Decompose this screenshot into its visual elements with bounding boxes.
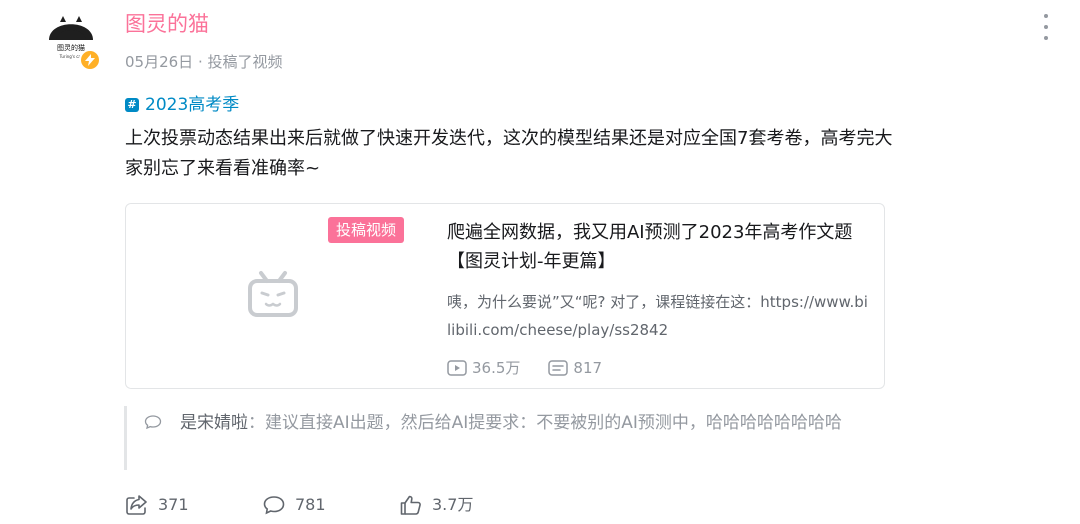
- like-button[interactable]: 3.7万: [399, 494, 536, 516]
- dot-icon: [1044, 25, 1048, 29]
- topic-link[interactable]: # 2023高考季: [125, 94, 239, 116]
- video-card[interactable]: 投稿视频 爬遍全网数据，我又用AI预测了2023年高考作文题【图灵计划-年更篇】…: [125, 203, 885, 389]
- meta-dot: ·: [197, 53, 208, 71]
- views-count: 36.5万: [472, 359, 521, 377]
- dot-icon: [1044, 36, 1048, 40]
- danmaku-stat: 817: [548, 358, 602, 378]
- post-date: 05月26日: [125, 53, 194, 71]
- video-cover[interactable]: 投稿视频: [126, 204, 426, 388]
- share-icon: [126, 495, 147, 515]
- video-tag: 投稿视频: [328, 217, 405, 243]
- comment-button[interactable]: 781: [262, 494, 399, 516]
- post-meta: 05月26日 · 投稿了视频: [125, 52, 283, 72]
- reply-text: 是宋婧啦：建议直接AI出题，然后给AI提要求：不要被别的AI预测中，哈哈哈哈哈哈…: [180, 409, 900, 437]
- top-reply[interactable]: 是宋婧啦：建议直接AI出题，然后给AI提要求：不要被别的AI预测中，哈哈哈哈哈哈…: [124, 406, 897, 470]
- danmaku-icon: [548, 360, 569, 376]
- post-content: 上次投票动态结果出来后就做了快速开发迭代，这次的模型结果还是对应全国7套考卷，高…: [125, 128, 893, 179]
- views-stat: 36.5万: [447, 358, 520, 378]
- verified-badge: [79, 49, 101, 71]
- comment-icon: [263, 496, 285, 515]
- play-count-icon: [447, 360, 467, 376]
- topic-label: 2023高考季: [145, 95, 240, 115]
- share-button[interactable]: 371: [125, 494, 262, 516]
- post-action: 投稿了视频: [207, 53, 283, 71]
- video-title[interactable]: 爬遍全网数据，我又用AI预测了2023年高考作文题【图灵计划-年更篇】: [447, 218, 867, 276]
- more-menu-button[interactable]: [1040, 14, 1052, 40]
- hashtag-icon: #: [125, 98, 139, 112]
- danmaku-count: 817: [573, 359, 603, 377]
- comment-count: 781: [295, 495, 326, 514]
- reply-username[interactable]: 是宋婧啦: [180, 413, 248, 433]
- like-count: 3.7万: [432, 495, 474, 514]
- share-count: 371: [158, 495, 189, 514]
- comment-bubble-icon: [144, 415, 162, 430]
- video-description: 咦，为什么要说”又“呢? 对了，课程链接在这：https://www.bilib…: [447, 293, 868, 339]
- lightning-icon: [85, 54, 95, 66]
- video-stats: 36.5万 817: [447, 358, 602, 378]
- dot-icon: [1044, 14, 1048, 18]
- action-bar: 371 781 3.7万: [125, 494, 536, 516]
- author-name[interactable]: 图灵的猫: [125, 10, 209, 38]
- reply-content: 建议直接AI出题，然后给AI提要求：不要被别的AI预测中，哈哈哈哈哈哈哈哈: [265, 413, 842, 433]
- reply-separator: ：: [248, 413, 265, 433]
- bilibili-tv-icon: [248, 271, 298, 317]
- thumbs-up-icon: [400, 495, 421, 515]
